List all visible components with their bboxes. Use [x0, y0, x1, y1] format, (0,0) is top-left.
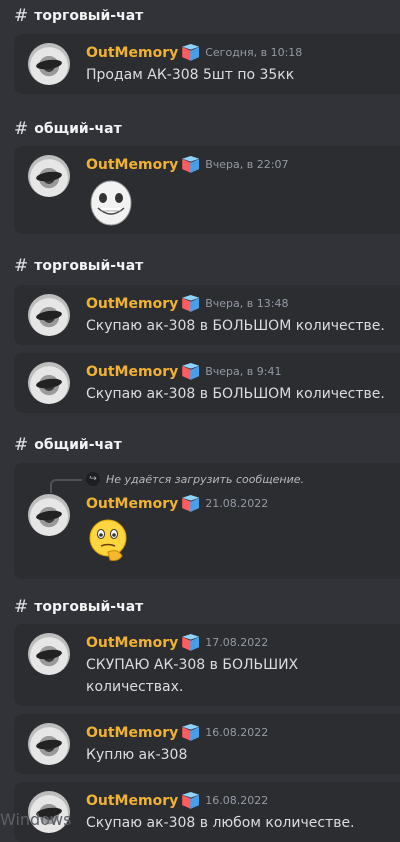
reply-preview[interactable]: ↪ Не удаётся загрузить сообщение. — [86, 472, 304, 486]
message-card[interactable]: OutMemory 17.08.2022 СКУПАЮ АК-308 в БОЛ… — [14, 624, 400, 706]
message-card[interactable]: OutMemory 16.08.2022 Куплю ак-308 — [14, 714, 400, 774]
role-cube-icon — [182, 634, 200, 651]
timestamp: 16.08.2022 — [205, 794, 269, 807]
timestamp: 17.08.2022 — [205, 636, 269, 649]
username[interactable]: OutMemory — [86, 296, 178, 312]
message-text-line-2: количествах. — [86, 679, 184, 695]
reply-text: Не удаётся загрузить сообщение. — [106, 472, 304, 486]
role-cube-icon — [182, 295, 200, 312]
hash-icon: # — [14, 119, 29, 139]
channel-name: общий-чат — [34, 121, 122, 137]
message-text: Куплю ак-308 — [86, 747, 188, 763]
avatar[interactable] — [28, 43, 70, 85]
username[interactable]: OutMemory — [86, 635, 178, 651]
username[interactable]: OutMemory — [86, 793, 178, 809]
avatar[interactable] — [28, 362, 70, 404]
message-text: Скупаю ак-308 в любом количестве. — [86, 815, 355, 831]
username[interactable]: OutMemory — [86, 45, 178, 61]
message-card[interactable]: ↪ Не удаётся загрузить сообщение. OutMem… — [14, 463, 400, 579]
channel-heading[interactable]: # торговый-чат — [14, 597, 143, 617]
channel-name: торговый-чат — [34, 8, 144, 24]
hash-icon: # — [14, 256, 29, 276]
role-cube-icon — [182, 724, 200, 741]
reply-arrow-icon: ↪ — [86, 472, 100, 486]
thinking-face-icon — [89, 519, 127, 561]
role-cube-icon — [182, 792, 200, 809]
avatar[interactable] — [28, 494, 70, 536]
message-card[interactable]: OutMemory Вчера, в 22:07 — [14, 146, 400, 234]
username[interactable]: OutMemory — [86, 725, 178, 741]
message-text-line-1: СКУПАЮ АК-308 в БОЛЬШИХ — [86, 657, 299, 673]
channel-heading[interactable]: # торговый-чат — [14, 256, 143, 276]
hash-icon: # — [14, 597, 29, 617]
role-cube-icon — [182, 363, 200, 380]
message-card[interactable]: OutMemory Сегодня, в 10:18 Продам АК-308… — [14, 34, 400, 94]
avatar[interactable] — [28, 723, 70, 765]
role-cube-icon — [182, 44, 200, 61]
timestamp: Сегодня, в 10:18 — [205, 46, 303, 59]
avatar[interactable] — [28, 294, 70, 336]
channel-heading[interactable]: # общий-чат — [14, 435, 122, 455]
role-cube-icon — [182, 495, 200, 512]
timestamp: Вчера, в 13:48 — [205, 297, 289, 310]
channel-name: торговый-чат — [34, 258, 144, 274]
message-text: Скупаю ак-308 в БОЛЬШОМ количестве. — [86, 318, 385, 334]
avatar[interactable] — [28, 633, 70, 675]
timestamp: 21.08.2022 — [205, 497, 269, 510]
message-text: Скупаю ак-308 в БОЛЬШОМ количестве. — [86, 386, 385, 402]
hash-icon: # — [14, 435, 29, 455]
message-card[interactable]: OutMemory 16.08.2022 Скупаю ак-308 в люб… — [14, 782, 400, 842]
username[interactable]: OutMemory — [86, 157, 178, 173]
avatar[interactable] — [28, 155, 70, 197]
message-card[interactable]: OutMemory Вчера, в 13:48 Скупаю ак-308 в… — [14, 285, 400, 345]
username[interactable]: OutMemory — [86, 496, 178, 512]
grinning-face-sticker-icon — [90, 180, 132, 226]
channel-heading[interactable]: # общий-чат — [14, 119, 122, 139]
channel-name: общий-чат — [34, 437, 122, 453]
timestamp: 16.08.2022 — [205, 726, 269, 739]
timestamp: Вчера, в 9:41 — [205, 365, 282, 378]
reply-connector — [50, 479, 82, 493]
windows-watermark: Windows — [0, 810, 72, 829]
username[interactable]: OutMemory — [86, 364, 178, 380]
message-card[interactable]: OutMemory Вчера, в 9:41 Скупаю ак-308 в … — [14, 353, 400, 413]
hash-icon: # — [14, 6, 29, 26]
timestamp: Вчера, в 22:07 — [205, 158, 289, 171]
channel-name: торговый-чат — [34, 599, 144, 615]
channel-heading[interactable]: # торговый-чат — [14, 6, 143, 26]
role-cube-icon — [182, 156, 200, 173]
message-text: Продам АК-308 5шт по 35кк — [86, 67, 295, 83]
